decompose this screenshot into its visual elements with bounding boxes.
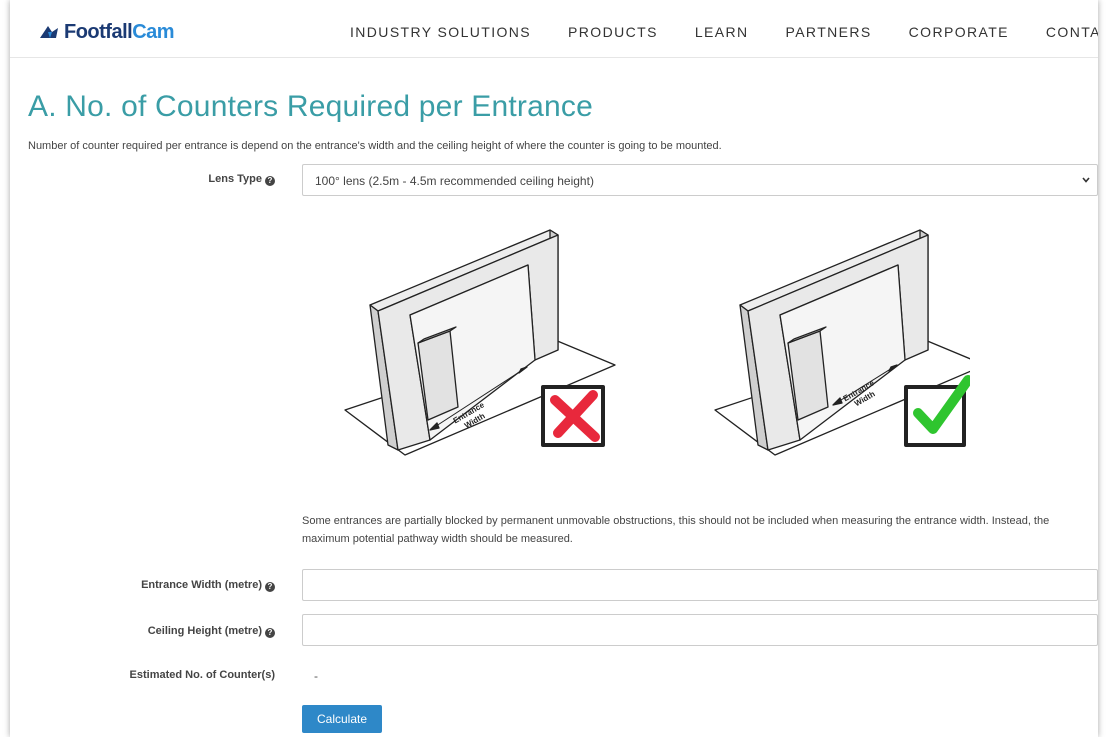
nav-item-learn[interactable]: LEARN (695, 24, 749, 40)
lens-type-label-text: Lens Type (208, 173, 262, 185)
nav-item-contact-us[interactable]: CONTACT US (1046, 24, 1098, 40)
question-circle-icon[interactable]: ? (265, 176, 275, 186)
page-title: A. No. of Counters Required per Entrance (28, 90, 593, 123)
nav-item-products[interactable]: PRODUCTS (568, 24, 658, 40)
estimated-counters-value: - (314, 669, 318, 683)
nav-item-partners[interactable]: PARTNERS (786, 24, 872, 40)
chevron-down-icon (1082, 177, 1090, 183)
question-circle-icon[interactable]: ? (265, 628, 275, 638)
ceiling-height-label-text: Ceiling Height (metre) (147, 625, 262, 637)
logo-text: FootfallCam (64, 20, 175, 44)
page-description: Number of counter required per entrance … (28, 140, 722, 152)
main-nav: INDUSTRY SOLUTIONS PRODUCTS LEARN PARTNE… (350, 24, 1098, 40)
logo-text-accent: Cam (132, 20, 175, 43)
ceiling-height-label: Ceiling Height (metre)? (20, 625, 275, 638)
logo-mark-icon (40, 26, 58, 38)
entrance-width-input[interactable] (302, 569, 1098, 601)
nav-item-corporate[interactable]: CORPORATE (909, 24, 1009, 40)
nav-item-industry-solutions[interactable]: INDUSTRY SOLUTIONS (350, 24, 531, 40)
footfallcam-logo[interactable]: FootfallCam (38, 20, 175, 44)
lens-type-selected-value: 100° lens (2.5m - 4.5m recommended ceili… (315, 174, 594, 188)
calculate-button[interactable]: Calculate (302, 705, 382, 733)
page-frame: FootfallCam INDUSTRY SOLUTIONS PRODUCTS … (10, 0, 1098, 737)
top-navigation: FootfallCam INDUSTRY SOLUTIONS PRODUCTS … (10, 0, 1098, 58)
obstruction-note: Some entrances are partially blocked by … (302, 515, 1050, 545)
lens-type-select[interactable]: 100° lens (2.5m - 4.5m recommended ceili… (302, 164, 1098, 196)
estimated-counters-label: Estimated No. of Counter(s) (129, 669, 275, 681)
lens-type-label: Lens Type? (20, 173, 275, 186)
ceiling-height-input[interactable] (302, 614, 1098, 646)
question-circle-icon[interactable]: ? (265, 582, 275, 592)
entrance-width-illustration: Entrance Width Entrance Width (344, 229, 970, 456)
entrance-width-label: Entrance Width (metre)? (20, 579, 275, 592)
logo-text-main: Footfall (64, 20, 133, 43)
entrance-width-label-text: Entrance Width (metre) (141, 579, 262, 591)
